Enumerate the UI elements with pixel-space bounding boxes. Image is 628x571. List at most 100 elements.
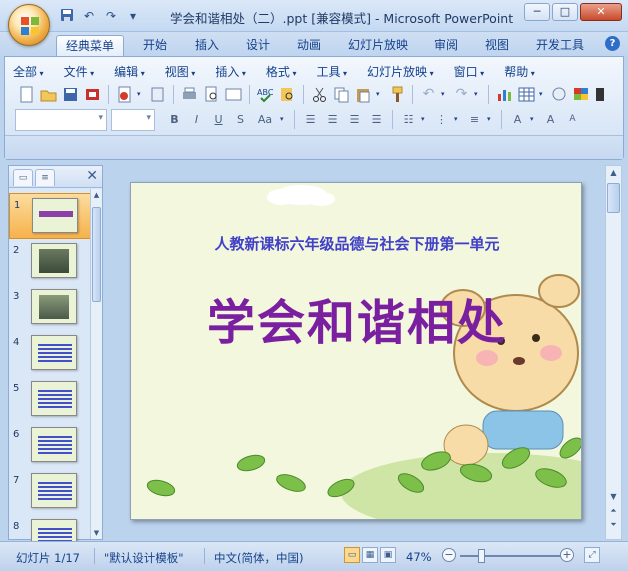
tab-design[interactable]: 设计 xyxy=(237,35,279,56)
slide-thumbnail-8[interactable]: 8 xyxy=(9,515,91,541)
attach-icon[interactable] xyxy=(148,85,167,104)
language-indicator[interactable]: 中文(简体，中国) xyxy=(214,550,303,566)
previous-slide-icon[interactable]: ⏶ xyxy=(607,506,620,516)
align-center-icon[interactable]: ☰ xyxy=(323,110,342,129)
minimize-button[interactable]: ─ xyxy=(524,3,550,21)
slide-thumbnail-2[interactable]: 2 xyxy=(9,239,91,285)
numbering-icon[interactable]: ≡ xyxy=(465,110,484,129)
slide-toggle-icon[interactable] xyxy=(594,85,613,104)
zoom-icon[interactable] xyxy=(550,85,569,104)
slideshow-view-icon[interactable]: ▣ xyxy=(380,547,396,563)
insert-chart-icon[interactable] xyxy=(495,85,514,104)
justify-icon[interactable]: ☰ xyxy=(367,110,386,129)
italic-button[interactable]: I xyxy=(187,110,206,129)
close-button[interactable]: ✕ xyxy=(580,3,622,21)
zoom-slider-knob[interactable] xyxy=(478,549,485,563)
menu-format[interactable]: 格式 xyxy=(266,63,297,81)
menu-view[interactable]: 视图 xyxy=(165,63,196,81)
save-icon[interactable] xyxy=(61,85,80,104)
shadow-button[interactable]: S xyxy=(231,110,250,129)
research-icon[interactable] xyxy=(278,85,297,104)
bold-button[interactable]: B xyxy=(165,110,184,129)
theme-name[interactable]: "默认设计模板" xyxy=(104,550,184,566)
slide-sorter-icon[interactable]: ▦ xyxy=(362,547,378,563)
redo-icon[interactable]: ↷ xyxy=(102,7,120,25)
menu-edit[interactable]: 编辑 xyxy=(114,63,145,81)
tab-insert[interactable]: 插入 xyxy=(186,35,228,56)
increase-font-icon[interactable]: A xyxy=(541,110,560,129)
scroll-thumb[interactable] xyxy=(607,183,620,213)
pdf-icon[interactable] xyxy=(115,85,134,104)
undo-icon[interactable]: ↶ xyxy=(419,85,438,104)
tab-view[interactable]: 视图 xyxy=(476,35,518,56)
menu-tools[interactable]: 工具 xyxy=(316,63,347,81)
slides-tab-icon[interactable]: ▭ xyxy=(13,169,33,186)
paste-icon[interactable] xyxy=(354,85,373,104)
line-spacing-icon[interactable]: ☷ xyxy=(399,110,418,129)
bullets-icon[interactable]: ⋮ xyxy=(432,110,451,129)
tab-classic-menu[interactable]: 经典菜单 xyxy=(56,35,125,56)
scroll-down-icon[interactable]: ▼ xyxy=(607,492,620,501)
format-painter-icon[interactable] xyxy=(387,85,406,104)
tab-developer[interactable]: 开发工具 xyxy=(527,35,593,56)
scroll-thumb[interactable] xyxy=(92,207,101,302)
zoom-in-icon[interactable]: + xyxy=(560,548,574,562)
scroll-up-icon[interactable]: ▲ xyxy=(607,168,620,177)
menu-slideshow[interactable]: 幻灯片放映 xyxy=(367,63,434,81)
change-case-button[interactable]: Aa xyxy=(253,110,277,129)
thumbnails-scrollbar[interactable]: ▲ ▼ xyxy=(90,189,102,539)
current-slide[interactable]: 人教新课标六年级品德与社会下册第一单元 学会和谐相处 xyxy=(130,182,582,520)
menu-all[interactable]: 全部 xyxy=(13,63,44,81)
tab-animation[interactable]: 动画 xyxy=(288,35,330,56)
tab-home[interactable]: 开始 xyxy=(134,35,176,56)
redo-icon[interactable]: ↷ xyxy=(452,85,471,104)
fit-to-window-icon[interactable]: ⤢ xyxy=(584,547,600,563)
menu-insert[interactable]: 插入 xyxy=(215,63,246,81)
zoom-level[interactable]: 47% xyxy=(406,550,432,564)
decrease-font-icon[interactable]: A xyxy=(563,110,582,129)
insert-table-icon[interactable] xyxy=(517,85,536,104)
tab-slideshow[interactable]: 幻灯片放映 xyxy=(339,35,417,56)
spelling-icon[interactable]: ABC xyxy=(256,85,275,104)
customize-qat-icon[interactable]: ▾ xyxy=(124,7,142,25)
font-name-combo[interactable] xyxy=(15,109,107,131)
slide-subtitle[interactable]: 人教新课标六年级品德与社会下册第一单元 xyxy=(131,233,581,254)
menu-help[interactable]: 帮助 xyxy=(504,63,535,81)
align-left-icon[interactable]: ☰ xyxy=(301,110,320,129)
font-color-icon[interactable]: A xyxy=(508,110,527,129)
help-icon[interactable]: ? xyxy=(605,36,620,51)
permission-icon[interactable] xyxy=(83,85,102,104)
font-size-combo[interactable] xyxy=(111,109,155,131)
vertical-scrollbar[interactable]: ▲ ▼ ⏶ ⏷ xyxy=(605,165,622,540)
slide-thumbnail-3[interactable]: 3 xyxy=(9,285,91,331)
copy-icon[interactable] xyxy=(332,85,351,104)
open-folder-icon[interactable] xyxy=(39,85,58,104)
underline-button[interactable]: U xyxy=(209,110,228,129)
color-scheme-icon[interactable] xyxy=(572,85,591,104)
normal-view-icon[interactable]: ▭ xyxy=(344,547,360,563)
outline-tab-icon[interactable]: ≡ xyxy=(35,169,55,186)
print-icon[interactable] xyxy=(180,85,199,104)
slide-thumbnail-4[interactable]: 4 xyxy=(9,331,91,377)
save-icon[interactable] xyxy=(58,7,76,25)
new-file-icon[interactable] xyxy=(17,85,36,104)
scroll-up-icon[interactable]: ▲ xyxy=(92,191,101,199)
slide-thumbnail-5[interactable]: 5 xyxy=(9,377,91,423)
menu-file[interactable]: 文件 xyxy=(64,63,95,81)
slide-view-icon[interactable] xyxy=(224,85,243,104)
slide-thumbnail-6[interactable]: 6 xyxy=(9,423,91,469)
maximize-button[interactable]: □ xyxy=(552,3,578,21)
tab-review[interactable]: 审阅 xyxy=(425,35,467,56)
menu-window[interactable]: 窗口 xyxy=(454,63,485,81)
zoom-out-icon[interactable]: − xyxy=(442,548,456,562)
align-right-icon[interactable]: ☰ xyxy=(345,110,364,129)
undo-icon[interactable]: ↶ xyxy=(80,7,98,25)
zoom-slider[interactable] xyxy=(460,555,562,557)
scroll-down-icon[interactable]: ▼ xyxy=(92,529,101,537)
cut-icon[interactable] xyxy=(310,85,329,104)
slide-thumbnail-7[interactable]: 7 xyxy=(9,469,91,515)
close-pane-icon[interactable]: ✕ xyxy=(86,168,98,184)
print-preview-icon[interactable] xyxy=(202,85,221,104)
slide-title[interactable]: 学会和谐相处 xyxy=(131,283,581,353)
slide-thumbnail-1[interactable]: 1 xyxy=(9,193,91,239)
